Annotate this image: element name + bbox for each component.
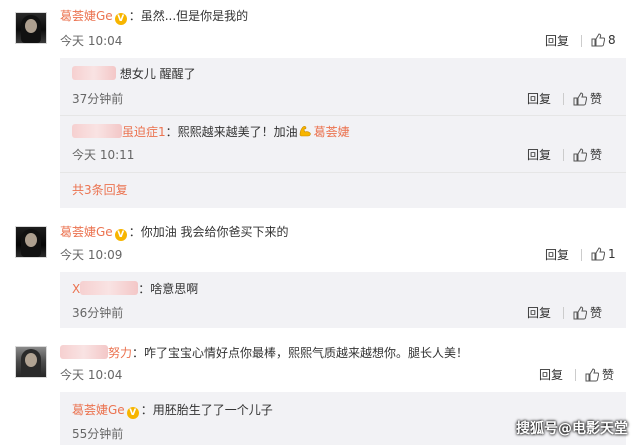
reply-button[interactable]: 回复: [545, 34, 569, 48]
more-replies-link[interactable]: 共3条回复: [72, 183, 128, 197]
reply-button[interactable]: 回复: [539, 368, 563, 382]
reply-author[interactable]: 虽迫症1: [122, 125, 166, 139]
redacted-username: [60, 345, 108, 359]
separator: [581, 249, 582, 261]
like-button[interactable]: 赞: [573, 304, 602, 320]
redacted-username: [72, 66, 116, 80]
like-button[interactable]: 1: [591, 246, 616, 262]
reply-time: 36分钟前: [72, 306, 124, 320]
thumbs-up-icon: [573, 147, 587, 161]
reply-item: 虽迫症1：熙熙越来越美了！加油 葛荟婕: [72, 124, 350, 140]
redacted-username: [72, 124, 122, 138]
like-count: 1: [608, 246, 616, 261]
comment-time: 今天 10:09: [60, 248, 123, 262]
comment-author[interactable]: 葛荟婕Ge: [60, 9, 113, 23]
comment-3: 努力：咋了宝宝心情好点你最棒，熙熙气质越来越想你。腿长人美！: [60, 345, 468, 361]
comment-text: ：咋了宝宝心情好点你最棒，熙熙气质越来越想你。腿长人美！: [132, 346, 469, 360]
reply-item: X ：啥意思啊: [72, 281, 198, 297]
thumbs-up-icon: [573, 305, 587, 319]
reply-button[interactable]: 回复: [527, 148, 551, 162]
reply-author[interactable]: X: [72, 282, 80, 296]
reply-text: ：啥意思啊: [138, 282, 199, 296]
reply-button[interactable]: 回复: [545, 248, 569, 262]
comment-author[interactable]: 努力: [108, 346, 132, 360]
comment-2: 葛荟婕Ge V ：你加油 我会给你爸买下来的: [60, 224, 289, 241]
like-button[interactable]: 8: [591, 32, 616, 48]
divider: [60, 115, 626, 116]
like-label: 赞: [590, 306, 603, 320]
comment-time: 今天 10:04: [60, 34, 123, 48]
comment-time: 今天 10:04: [60, 368, 123, 382]
comment-author[interactable]: 葛荟婕Ge: [60, 225, 113, 239]
verified-badge-icon: V: [114, 13, 127, 25]
reply-button[interactable]: 回复: [527, 92, 551, 106]
reply-text: ：熙熙越来越美了！加油: [165, 125, 298, 139]
reply-time: 55分钟前: [72, 427, 124, 441]
like-button[interactable]: 赞: [573, 90, 602, 106]
verified-badge-icon: V: [114, 229, 127, 241]
avatar[interactable]: [15, 226, 47, 258]
separator: [563, 93, 564, 105]
divider: [60, 172, 626, 173]
like-count: 8: [608, 32, 616, 47]
like-label: 赞: [590, 92, 603, 106]
like-button[interactable]: 赞: [585, 366, 614, 382]
reply-text: 想女儿 醒醒了: [119, 67, 196, 81]
separator: [581, 35, 582, 47]
thumbs-up-icon: [591, 32, 605, 46]
separator: [563, 149, 564, 161]
thumbs-up-icon: [573, 91, 587, 105]
thumbs-up-icon: [585, 367, 599, 381]
separator: [575, 369, 576, 381]
redacted-username: [80, 281, 139, 295]
reply-author[interactable]: 葛荟婕Ge: [72, 403, 125, 417]
reply-item: 想女儿 醒醒了: [72, 66, 196, 82]
comment-text: ：你加油 我会给你爸买下来的: [128, 225, 289, 239]
reply-time: 37分钟前: [72, 92, 124, 106]
separator: [563, 307, 564, 319]
avatar[interactable]: [15, 346, 47, 378]
like-label: 赞: [590, 148, 603, 162]
comment-text: ：虽然...但是你是我的: [128, 9, 249, 23]
comment-1: 葛荟婕Ge V ：虽然...但是你是我的: [60, 8, 248, 25]
verified-badge-icon: V: [126, 407, 139, 419]
mention-link[interactable]: 葛荟婕: [314, 125, 350, 139]
avatar[interactable]: [15, 12, 47, 44]
reply-text: ：用胚胎生了了一个儿子: [140, 403, 273, 417]
reply-time: 今天 10:11: [72, 148, 135, 162]
like-label: 赞: [602, 368, 615, 382]
thumbs-up-icon: [591, 246, 605, 260]
like-button[interactable]: 赞: [573, 146, 602, 162]
watermark: 搜狐号@电影天堂: [516, 421, 628, 437]
reply-item: 葛荟婕Ge V ：用胚胎生了了一个儿子: [72, 402, 273, 419]
reply-button[interactable]: 回复: [527, 306, 551, 320]
muscle-emoji-icon: [299, 126, 311, 137]
